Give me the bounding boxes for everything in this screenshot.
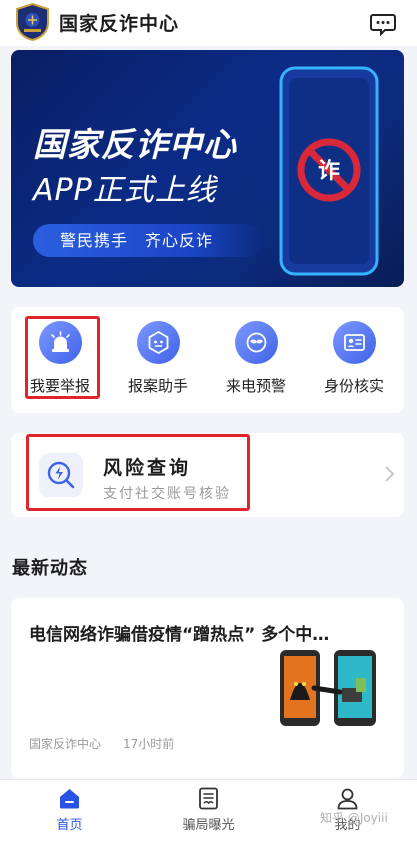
chat-bubble-icon[interactable] (370, 13, 396, 37)
quick-action-report[interactable]: 我要举报 (11, 307, 109, 413)
mask-icon (246, 332, 267, 353)
app-title: 国家反诈中心 (59, 13, 180, 35)
risk-query-title: 风险查询 (103, 457, 192, 479)
banner-title: 国家反诈中心 (33, 125, 237, 164)
section-title-latest-news: 最新动态 (12, 558, 88, 579)
chevron-right-icon (385, 466, 395, 482)
quick-action-label: 报案助手 (127, 377, 188, 395)
quick-action-call-alert[interactable]: 来电预警 (207, 307, 305, 413)
tab-label: 骗局曝光 (182, 818, 235, 833)
news-source: 国家反诈中心 (29, 737, 102, 751)
quick-action-label: 来电预警 (225, 377, 286, 395)
shield-badge-icon (16, 3, 49, 41)
tab-scam-exposure[interactable]: 骗局曝光 (139, 780, 278, 841)
news-item[interactable]: 电信网络诈骗借疫情“蹭热点” 多个中… 国家反诈中心 17小时前 (11, 598, 404, 778)
magnifier-lightning-icon (47, 461, 75, 489)
news-title: 电信网络诈骗借疫情“蹭热点” 多个中… (29, 625, 330, 645)
risk-query-card[interactable]: 风险查询 支付社交账号核验 (11, 433, 404, 517)
banner-slogan: 警民携手 齐心反诈 (33, 224, 263, 257)
quick-action-identity-verify[interactable]: 身份核实 (305, 307, 403, 413)
phone-illustration: 诈 (279, 66, 379, 276)
news-thumbnail-image (276, 648, 381, 728)
banner-subtitle: APP正式上线 (33, 173, 217, 208)
tab-home[interactable]: 首页 (0, 780, 139, 841)
tab-label: 首页 (56, 818, 83, 833)
home-icon (60, 789, 79, 809)
robot-icon (148, 330, 169, 355)
news-timestamp: 17小时前 (123, 737, 175, 751)
promo-banner[interactable]: 诈 国家反诈中心 APP正式上线 警民携手 齐心反诈 (11, 50, 404, 287)
quick-action-case-assistant[interactable]: 报案助手 (109, 307, 207, 413)
watermark-text: 知乎 @Joyiii (320, 811, 388, 825)
svg-text:诈: 诈 (318, 159, 340, 184)
user-icon (337, 788, 358, 810)
id-card-icon (344, 334, 365, 351)
risk-query-subtitle: 支付社交账号核验 (103, 486, 231, 502)
siren-icon (51, 331, 70, 352)
quick-actions-card: 我要举报 报案助手 来电预警 身份核实 (11, 307, 404, 413)
quick-action-label: 我要举报 (29, 377, 90, 395)
app-header: 国家反诈中心 (0, 0, 417, 46)
quick-action-label: 身份核实 (323, 377, 384, 395)
document-icon (199, 787, 218, 810)
